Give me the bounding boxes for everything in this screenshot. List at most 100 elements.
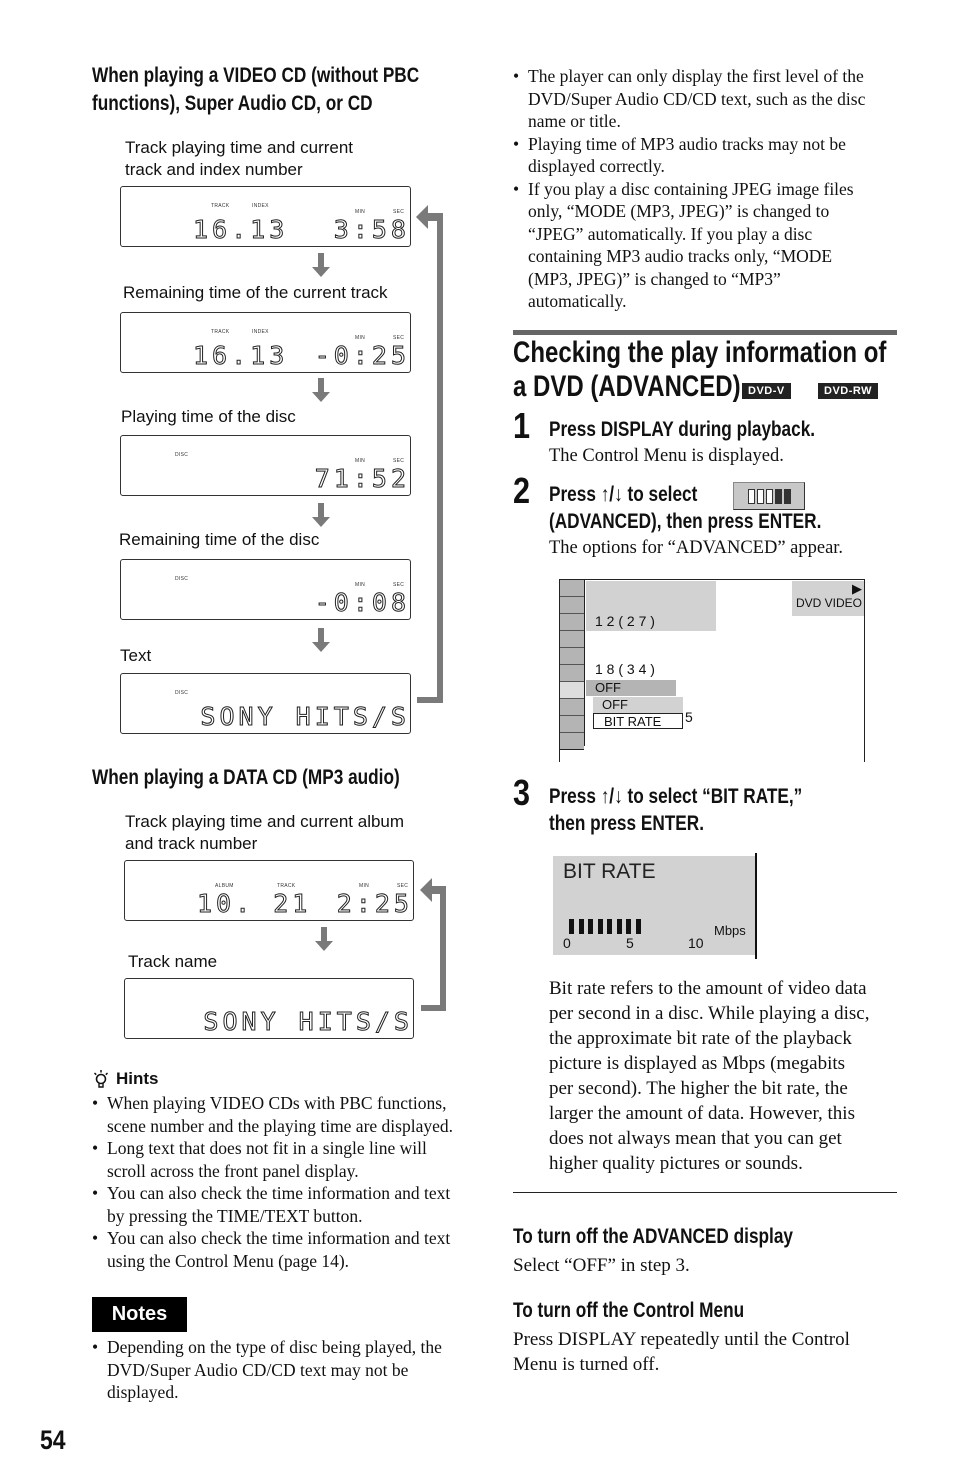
- hint-line: scene number and the playing time are di…: [107, 1115, 453, 1136]
- down-arrow-icon: [315, 927, 333, 951]
- down-arrow-icon: [312, 503, 330, 527]
- caption-line: Track playing time and current: [125, 138, 354, 157]
- disc-type: DVD VIDEO: [795, 596, 862, 610]
- play-icon: ▶: [852, 581, 862, 596]
- display-left-digits: 16.13: [192, 215, 289, 244]
- note-line: DVD/Super Audio CD/CD text may not be: [107, 1359, 409, 1380]
- section-title-line: Checking the play information of: [513, 336, 887, 369]
- step-number: 1: [513, 405, 531, 446]
- bit-rate-paragraph: Bit rate refers to the amount of video d…: [549, 976, 869, 1176]
- bullet-line: automatically.: [528, 291, 627, 311]
- display-label: TRACK: [211, 203, 230, 209]
- bullet-line: DVD/Super Audio CD/CD text, such as the …: [528, 88, 866, 109]
- vcd-heading-line: When playing a VIDEO CD (without PBC: [92, 64, 420, 87]
- menu-icon-cell[interactable]: [560, 614, 584, 631]
- disc-status: ▶ DVD VIDEO: [792, 581, 864, 616]
- bit-rate-display: BIT RATE 0 5 10 Mbps: [553, 856, 755, 955]
- menu-icon-cell[interactable]: [560, 631, 584, 648]
- front-panel-display: TRACK INDEX MIN SEC 16.13 3:58: [120, 186, 411, 247]
- menu-icon-cell[interactable]: [560, 699, 584, 716]
- bullet-line: Playing time of MP3 audio tracks may not…: [528, 133, 846, 154]
- down-arrow-icon: [312, 628, 330, 652]
- hint-line: You can also check the time information …: [107, 1228, 451, 1248]
- hint-item: When playing VIDEO CDs with PBC function…: [92, 1092, 492, 1137]
- caption-line: Track playing time and current album: [125, 812, 405, 831]
- option-off[interactable]: OFF: [593, 697, 683, 713]
- bullet-line: “JPEG” automatically. If you play a disc: [528, 223, 813, 244]
- display-left-digits: 10. 21: [196, 889, 312, 918]
- caption-line: Remaining time of the disc: [119, 530, 320, 549]
- paragraph-line: per second in a disc. While playing a di…: [549, 1003, 870, 1024]
- advanced-icon: [733, 482, 805, 510]
- subsection-line: Menu is turned off.: [513, 1354, 660, 1375]
- scale-label-0: 0: [563, 935, 571, 951]
- display-caption: Track name: [128, 951, 217, 973]
- note-line: Depending on the type of disc being play…: [107, 1337, 442, 1357]
- scale-label-10: 10: [688, 935, 704, 951]
- bullet-line: only, “MODE (MP3, JPEG)” is changed to: [528, 201, 830, 221]
- menu-icon-cell-selected[interactable]: [560, 682, 584, 699]
- bit-rate-segment: [597, 919, 603, 934]
- display-label: INDEX: [252, 203, 269, 209]
- display-caption: Track playing time and current track and…: [125, 137, 353, 181]
- bit-rate-segment: [635, 919, 641, 934]
- paragraph-line: per second). The higher the bit rate, th…: [549, 1078, 848, 1099]
- display-right-digits: SONY HITS/S: [200, 702, 410, 731]
- mp3-heading: When playing a DATA CD (MP3 audio): [92, 766, 400, 789]
- front-panel-display: SONY HITS/S: [124, 978, 414, 1039]
- hints-header: Hints: [92, 1069, 159, 1089]
- bit-rate-unit: Mbps: [714, 923, 746, 938]
- step-body: The Control Menu is displayed.: [549, 446, 784, 466]
- loop-back-arrow-icon: [416, 205, 443, 703]
- bullet-item: Playing time of MP3 audio tracks may not…: [513, 133, 903, 178]
- subsection-body: Press DISPLAY repeatedly until the Contr…: [513, 1327, 850, 1377]
- display-caption: Playing time of the disc: [121, 406, 296, 428]
- display-label: INDEX: [252, 329, 269, 335]
- front-panel-display: DISC MIN SEC -0:08: [120, 559, 411, 620]
- bit-rate-segment: [588, 919, 593, 934]
- caption-line: and track number: [125, 834, 258, 853]
- bullet-line: containing MP3 audio tracks only, “MODE: [528, 246, 833, 266]
- vcd-heading: When playing a VIDEO CD (without PBC fun…: [92, 62, 419, 118]
- menu-icon-cell[interactable]: [560, 665, 584, 682]
- hint-line: using the Control Menu (page 14).: [107, 1250, 350, 1271]
- paragraph-line: Bit rate refers to the amount of video d…: [549, 978, 867, 999]
- step-number: 3: [513, 772, 531, 813]
- page-number: 54: [40, 1425, 66, 1455]
- step-title-line: Press ↑/↓ to select “BIT RATE,”: [549, 785, 803, 808]
- divider: [513, 1192, 897, 1193]
- hint-line: by pressing the TIME/TEXT button.: [107, 1205, 363, 1226]
- caption-line: track and index number: [125, 160, 303, 179]
- title-info: 1 8 ( 3 4 ): [595, 661, 655, 677]
- chapter-info: 1 2 ( 2 7 ): [595, 613, 655, 629]
- hint-line: Long text that does not fit in a single …: [107, 1138, 427, 1158]
- display-label: DISC: [175, 452, 189, 458]
- control-menu-icon-column: [560, 580, 585, 750]
- control-menu-screen: 1 2 ( 2 7 ) 1 8 ( 3 4 ) T 1 : 3 2 : 5 5 …: [559, 579, 865, 762]
- notes-list: Depending on the type of disc being play…: [92, 1336, 492, 1404]
- display-caption: Remaining time of the current track: [123, 282, 388, 304]
- paragraph-line: the approximate bit rate of the playback: [549, 1028, 852, 1049]
- display-edge: [755, 853, 757, 959]
- step-title-line: (ADVANCED), then press ENTER.: [549, 510, 822, 533]
- notes-badge: Notes: [92, 1297, 187, 1332]
- menu-icon-cell[interactable]: [560, 733, 584, 750]
- display-right-digits: 3:58: [333, 215, 410, 244]
- display-right-digits: 71:52: [314, 464, 410, 493]
- step-title: Press ↑/↓ to select “BIT RATE,” then pre…: [549, 783, 802, 837]
- hint-line: scroll across the front panel display.: [107, 1160, 359, 1181]
- menu-icon-cell[interactable]: [560, 716, 584, 733]
- menu-icon-cell[interactable]: [560, 597, 584, 614]
- current-setting[interactable]: OFF: [586, 680, 676, 696]
- caption-line: Remaining time of the current track: [123, 283, 388, 302]
- option-bit-rate[interactable]: BIT RATE: [593, 713, 683, 729]
- menu-icon-cell[interactable]: [560, 648, 584, 665]
- bullet-line: displayed correctly.: [528, 156, 665, 176]
- paragraph-line: higher quality pictures or sounds.: [549, 1153, 803, 1174]
- display-caption: Track playing time and current album and…: [125, 811, 404, 855]
- menu-icon-cell[interactable]: [560, 580, 584, 597]
- subsection-line: Press DISPLAY repeatedly until the Contr…: [513, 1329, 850, 1350]
- caption-line: Text: [120, 646, 152, 665]
- display-label: DISC: [175, 576, 189, 582]
- display-label: TRACK: [211, 329, 230, 335]
